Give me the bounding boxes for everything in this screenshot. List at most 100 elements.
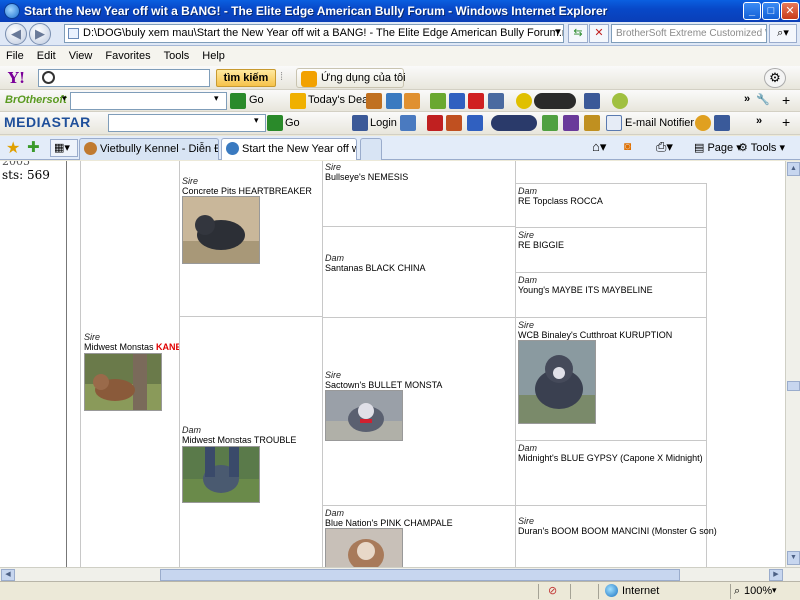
minimize-button[interactable]: _ <box>743 2 761 20</box>
apps-button[interactable]: Ứng dụng của tôi <box>296 68 406 88</box>
search-input[interactable]: BrotherSoft Extreme Customized Web S <box>611 24 767 43</box>
dog-photo-pink-champale[interactable] <box>325 528 403 567</box>
gen3-4-label: Dam <box>325 508 345 518</box>
youtube-icon[interactable] <box>468 93 484 109</box>
gen3-1-label: Sire <box>325 162 342 172</box>
tools-menu[interactable]: ⚙ Tools ▾ <box>738 141 785 154</box>
horizontal-scroll-thumb[interactable] <box>160 569 680 581</box>
scroll-up-icon[interactable]: ▲ <box>787 162 800 176</box>
menu-favorites[interactable]: Favorites <box>105 50 150 62</box>
refresh-icon[interactable]: ⇆ <box>568 24 588 43</box>
microphone-icon[interactable] <box>612 93 628 109</box>
back-button[interactable]: ◀ <box>5 23 27 45</box>
new-tab-button[interactable] <box>360 138 382 160</box>
toolbar-app-icon-11[interactable] <box>584 115 600 131</box>
address-dropdown-icon[interactable]: ▾ <box>551 24 565 43</box>
scroll-left-icon[interactable]: ◀ <box>1 569 15 581</box>
gen3-1-name: Bullseye's NEMESIS <box>325 172 409 182</box>
toolbar-app-icon-8[interactable] <box>446 115 462 131</box>
maximize-button[interactable]: □ <box>762 2 780 20</box>
menu-file[interactable]: File <box>6 50 24 62</box>
dog-photo-heartbreaker-image <box>183 197 259 263</box>
stop-icon[interactable]: ✕ <box>589 24 609 43</box>
post-sidebar: 2005 sts: 569 <box>0 161 67 567</box>
print-icon[interactable]: ⎙▾ <box>656 139 673 155</box>
dog-photo-heartbreaker[interactable] <box>182 196 260 264</box>
vertical-scroll-thumb[interactable] <box>787 381 800 391</box>
toolbar-app-icon-6[interactable] <box>400 115 416 131</box>
toolbar-app-icon-10[interactable] <box>542 115 558 131</box>
close-button[interactable]: ✕ <box>781 2 799 20</box>
yahoo-search-input[interactable] <box>38 69 210 87</box>
title-bar: Start the New Year off wit a BANG! - The… <box>0 0 800 22</box>
tab-vietbully[interactable]: Vietbully Kennel - Diễn Đàn Vi... <box>79 138 219 160</box>
email-notifier-label[interactable]: E-mail Notifier <box>625 117 694 129</box>
menu-view[interactable]: View <box>69 50 93 62</box>
dog-photo-kuruption-image <box>519 341 595 423</box>
login-label[interactable]: Login <box>370 117 397 129</box>
toolbar-app-icon-3[interactable] <box>404 93 420 109</box>
chat-icon[interactable] <box>430 93 446 109</box>
gen1-label: Sire <box>84 332 101 342</box>
feeds-icon[interactable]: ◙ <box>624 139 631 153</box>
page-menu[interactable]: ▤ Page ▾ <box>694 141 742 154</box>
home-icon[interactable]: ⌂▾ <box>592 139 606 155</box>
pedigree-gen4-cell-6: Sire Duran's BOOM BOOM MANCINI (Monster … <box>515 505 717 567</box>
video-player-icon[interactable] <box>491 115 537 131</box>
toolbar-app-icon-12[interactable] <box>695 115 711 131</box>
toolbar-app-icon-9[interactable] <box>467 115 483 131</box>
star-icon[interactable] <box>516 93 532 109</box>
address-input[interactable]: D:\DOG\buly xem mau\Start the New Year o… <box>64 24 564 43</box>
toolbar-app-icon-1[interactable] <box>366 93 382 109</box>
horizontal-scrollbar[interactable]: ◀ ▶ <box>0 567 800 581</box>
zoom-level[interactable]: 100% <box>744 585 772 597</box>
dog-photo-bullet-monsta[interactable] <box>325 390 403 441</box>
go-label[interactable]: Go <box>249 94 264 106</box>
mediastar-search-input[interactable] <box>108 114 266 132</box>
search-dropdown-icon[interactable]: ▾ <box>214 93 219 104</box>
mediastar-go-label[interactable]: Go <box>285 117 300 129</box>
yahoo-search-button[interactable]: tìm kiếm <box>216 69 276 87</box>
zoom-icon[interactable]: ⌕ <box>734 585 740 598</box>
media-player-icon[interactable] <box>534 93 576 109</box>
toolbar-app-icon-7[interactable] <box>427 115 443 131</box>
chevron-more-icon[interactable]: » <box>744 93 750 105</box>
scroll-right-icon[interactable]: ▶ <box>769 569 783 581</box>
wrench-icon[interactable]: 🔧 <box>756 93 770 106</box>
vertical-scrollbar[interactable]: ▲ ▼ <box>785 161 800 567</box>
menu-help[interactable]: Help <box>202 50 225 62</box>
mediastar-chevron-icon[interactable]: » <box>756 115 762 127</box>
privacy-icon[interactable]: ⊘ <box>548 584 557 597</box>
dog-photo-kuruption[interactable] <box>518 340 596 424</box>
mediastar-add-icon[interactable]: + <box>782 114 790 130</box>
pedigree-gen4-cell-2: Sire RE BIGGIE <box>515 227 707 273</box>
forward-button[interactable]: ▶ <box>29 23 51 45</box>
mediastar-dropdown-icon[interactable]: ▾ <box>254 115 259 126</box>
favorites-star-icon[interactable]: ★ <box>6 138 20 158</box>
toolbar-app-icon-2[interactable] <box>386 93 402 109</box>
quick-tabs-button[interactable]: ▦▾ <box>50 139 78 157</box>
zoom-dropdown-icon[interactable]: ▾ <box>772 585 777 596</box>
toolbar-app-icon-13[interactable] <box>714 115 730 131</box>
toolbar-app-icon-4[interactable] <box>449 93 465 109</box>
search-icon[interactable]: ⌕▾ <box>769 24 797 43</box>
menu-edit[interactable]: Edit <box>37 50 56 62</box>
add-icon[interactable]: + <box>782 92 790 108</box>
tab-current[interactable]: Start the New Year off wi... <box>221 138 357 160</box>
facebook-icon[interactable] <box>584 93 600 109</box>
add-favorites-icon[interactable]: ✚ <box>27 138 40 156</box>
brothersoft-search-input[interactable] <box>70 92 227 110</box>
dog-photo-trouble[interactable] <box>182 446 260 503</box>
dog-photo-kane[interactable] <box>84 353 162 411</box>
space-invader-icon[interactable] <box>563 115 579 131</box>
address-row: ◀ ▶ D:\DOG\buly xem mau\Start the New Ye… <box>0 22 800 46</box>
gear-icon[interactable]: ⚙ <box>764 68 786 88</box>
scroll-down-icon[interactable]: ▼ <box>787 551 800 565</box>
toolbar-dropdown-icon[interactable]: ▾ <box>62 93 67 104</box>
toolbar-app-icon-5[interactable] <box>488 93 504 109</box>
menu-tools[interactable]: Tools <box>164 50 190 62</box>
todays-deal-label[interactable]: Today's Deal <box>308 94 371 106</box>
mediastar-go-icon[interactable] <box>267 115 283 131</box>
gen4-6-label: Sire <box>518 516 535 526</box>
go-icon[interactable] <box>230 93 246 109</box>
